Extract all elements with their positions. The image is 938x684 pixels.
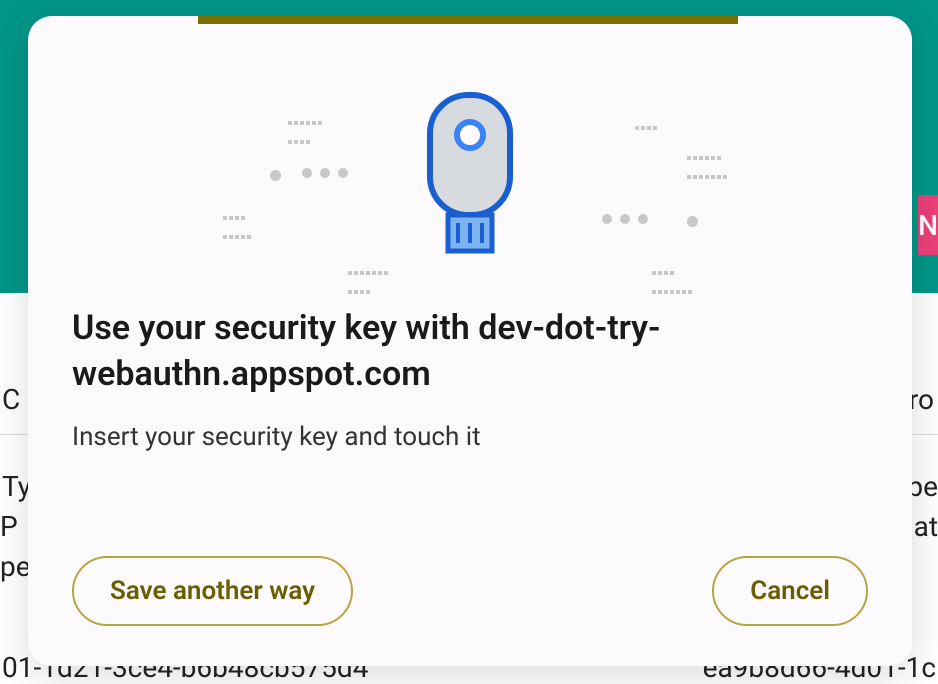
bg-text-fragment: pe: [0, 550, 31, 583]
bg-text-fragment: P: [0, 510, 18, 543]
new-button-label-fragment: N: [918, 209, 938, 242]
dialog-accent-bar: [198, 16, 738, 24]
save-another-way-button[interactable]: Save another way: [72, 556, 353, 626]
security-key-dialog: Use your security key with dev-dot-try-w…: [28, 16, 912, 666]
bg-text-fragment: Ty: [2, 470, 31, 503]
new-button-edge[interactable]: N: [918, 195, 938, 255]
bg-text-fragment: at: [914, 510, 938, 543]
security-key-illustration: [72, 76, 868, 276]
cancel-button[interactable]: Cancel: [712, 556, 868, 626]
dialog-subtitle: Insert your security key and touch it: [72, 422, 868, 452]
bg-text-fragment: ro: [909, 383, 938, 416]
bg-text-fragment: C: [0, 383, 20, 416]
dialog-button-row: Save another way Cancel: [72, 536, 868, 626]
dialog-title: Use your security key with dev-dot-try-w…: [72, 306, 868, 398]
bg-text-fragment: pe: [907, 470, 938, 503]
usb-security-key-icon: [420, 91, 520, 261]
